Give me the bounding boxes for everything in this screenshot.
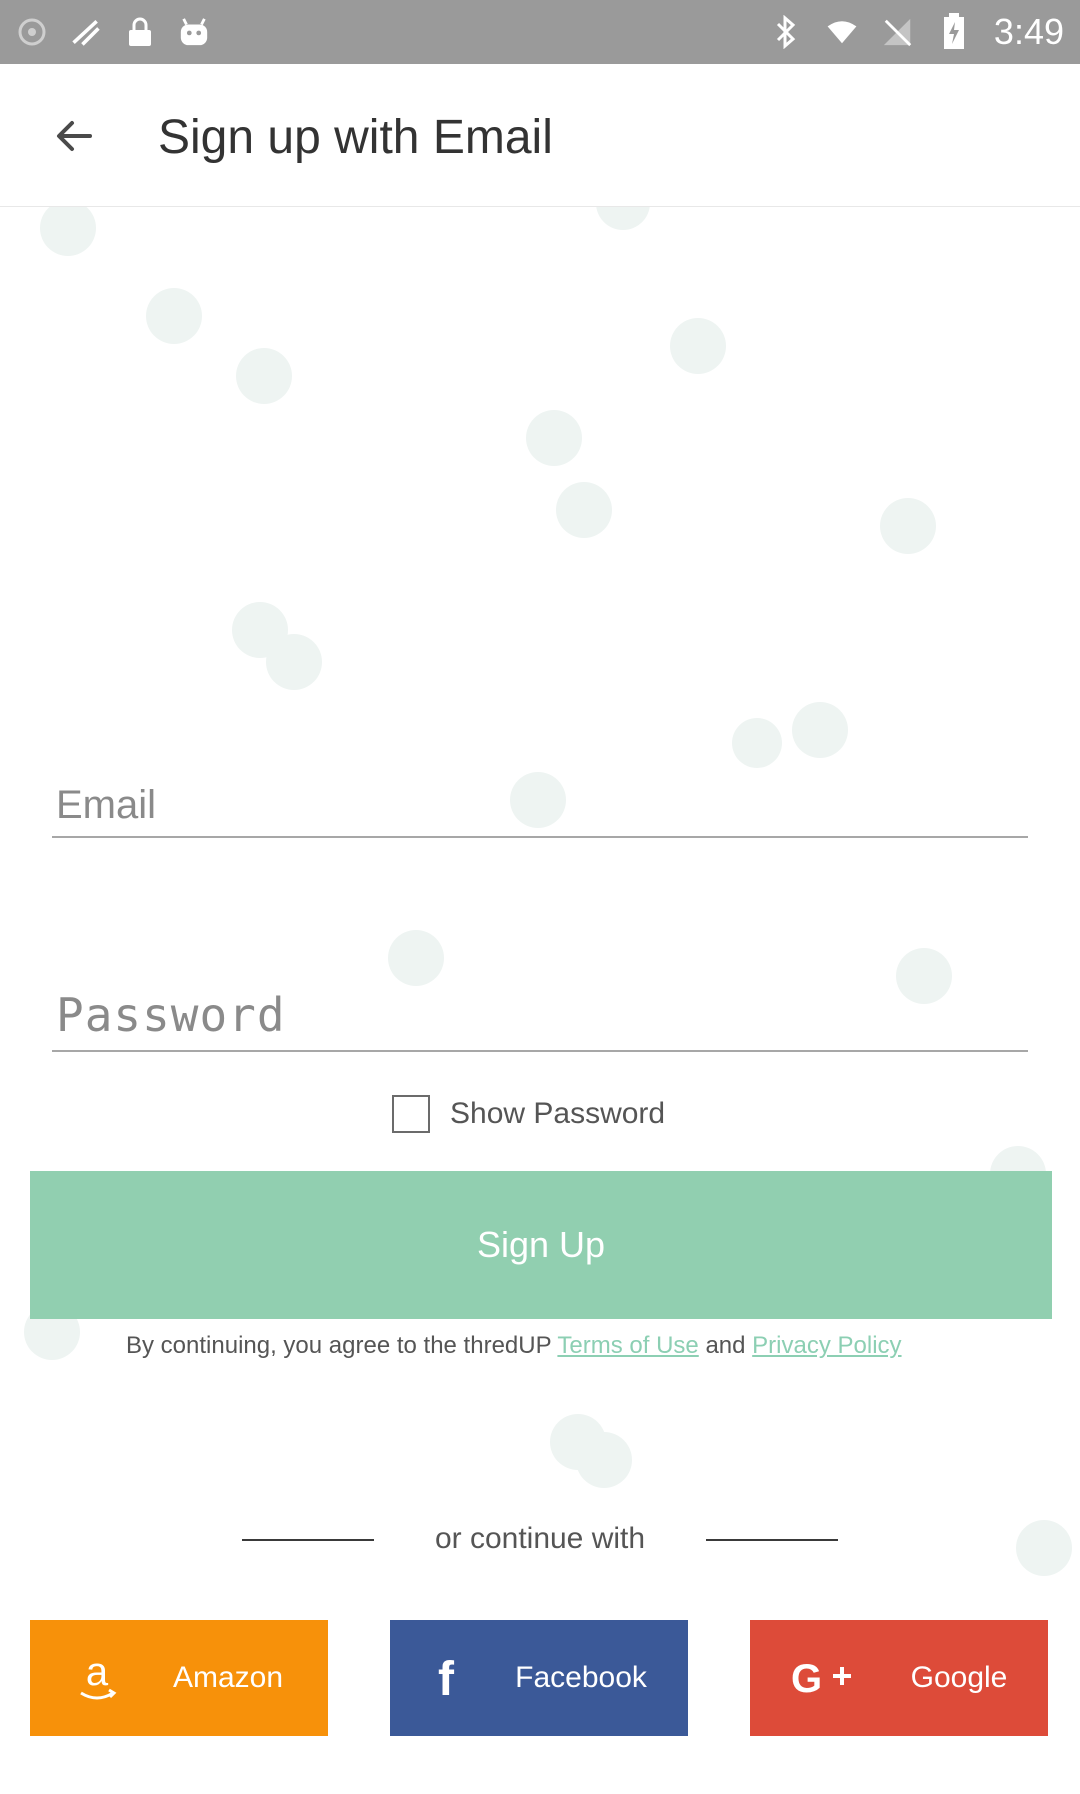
amazon-icon: a [75,1653,119,1703]
google-label: Google [910,1661,1008,1694]
email-placeholder: Email [56,783,157,827]
page-title: Sign up with Email [158,111,553,164]
bg-dot [880,498,936,554]
bg-dot [556,482,612,538]
terms-text: By continuing, you agree to the thredUP … [126,1332,952,1360]
svg-text:a: a [86,1653,109,1694]
bg-dot [236,348,292,404]
signup-screen: 3:49 Sign up with Email Email Password S… [0,0,1080,1794]
toolbar: Sign up with Email [0,64,1080,207]
terms-of-use-link[interactable]: Terms of Use [557,1332,698,1359]
status-time: 3:49 [993,11,1064,52]
status-right-icons: 3:49 [770,11,1064,53]
sign-up-button[interactable]: Sign Up [30,1171,1052,1319]
google-button[interactable]: G Google [750,1620,1048,1736]
bg-dot [40,200,96,256]
show-password-checkbox[interactable] [392,1095,430,1133]
no-sim-icon [882,16,914,48]
battery-charging-icon [938,13,970,49]
bluetooth-icon [770,15,802,49]
bg-dot [266,634,322,690]
bg-dot [670,318,726,374]
terms-prefix: By continuing, you agree to the thredUP [126,1332,558,1359]
bg-dot [388,930,444,986]
android-icon [178,16,210,48]
amazon-label: Amazon [172,1661,284,1694]
svg-text:f: f [438,1653,455,1703]
facebook-button[interactable]: f Facebook [390,1620,688,1736]
privacy-policy-link[interactable]: Privacy Policy [752,1332,901,1359]
password-placeholder: Password [56,988,286,1042]
bg-dot [526,410,582,466]
facebook-icon: f [431,1653,461,1703]
bg-dot [576,1432,632,1488]
signal-arrows-icon [70,16,102,48]
divider-right [706,1539,838,1541]
show-password-label: Show Password [450,1097,666,1130]
google-plus-icon: G [791,1656,857,1700]
switch-toggle[interactable] [728,700,848,775]
password-field[interactable]: Password [52,984,1028,1052]
bg-dot [146,288,202,344]
amazon-button[interactable]: a Amazon [30,1620,328,1736]
show-password-toggle[interactable]: Show Password [392,1092,665,1136]
facebook-label: Facebook [515,1661,647,1694]
status-left-icons [16,16,210,48]
status-bar: 3:49 [0,0,1080,64]
continue-with-text: or continue with [434,1522,646,1555]
email-field[interactable]: Email [52,770,1028,838]
divider-left [242,1539,374,1541]
terms-middle: and [698,1332,753,1359]
svg-text:G: G [791,1657,822,1700]
back-arrow-icon[interactable] [50,112,98,160]
bg-dot [1016,1520,1072,1576]
cast-icon [16,16,48,48]
wifi-icon [826,16,858,48]
lock-icon [124,16,156,48]
